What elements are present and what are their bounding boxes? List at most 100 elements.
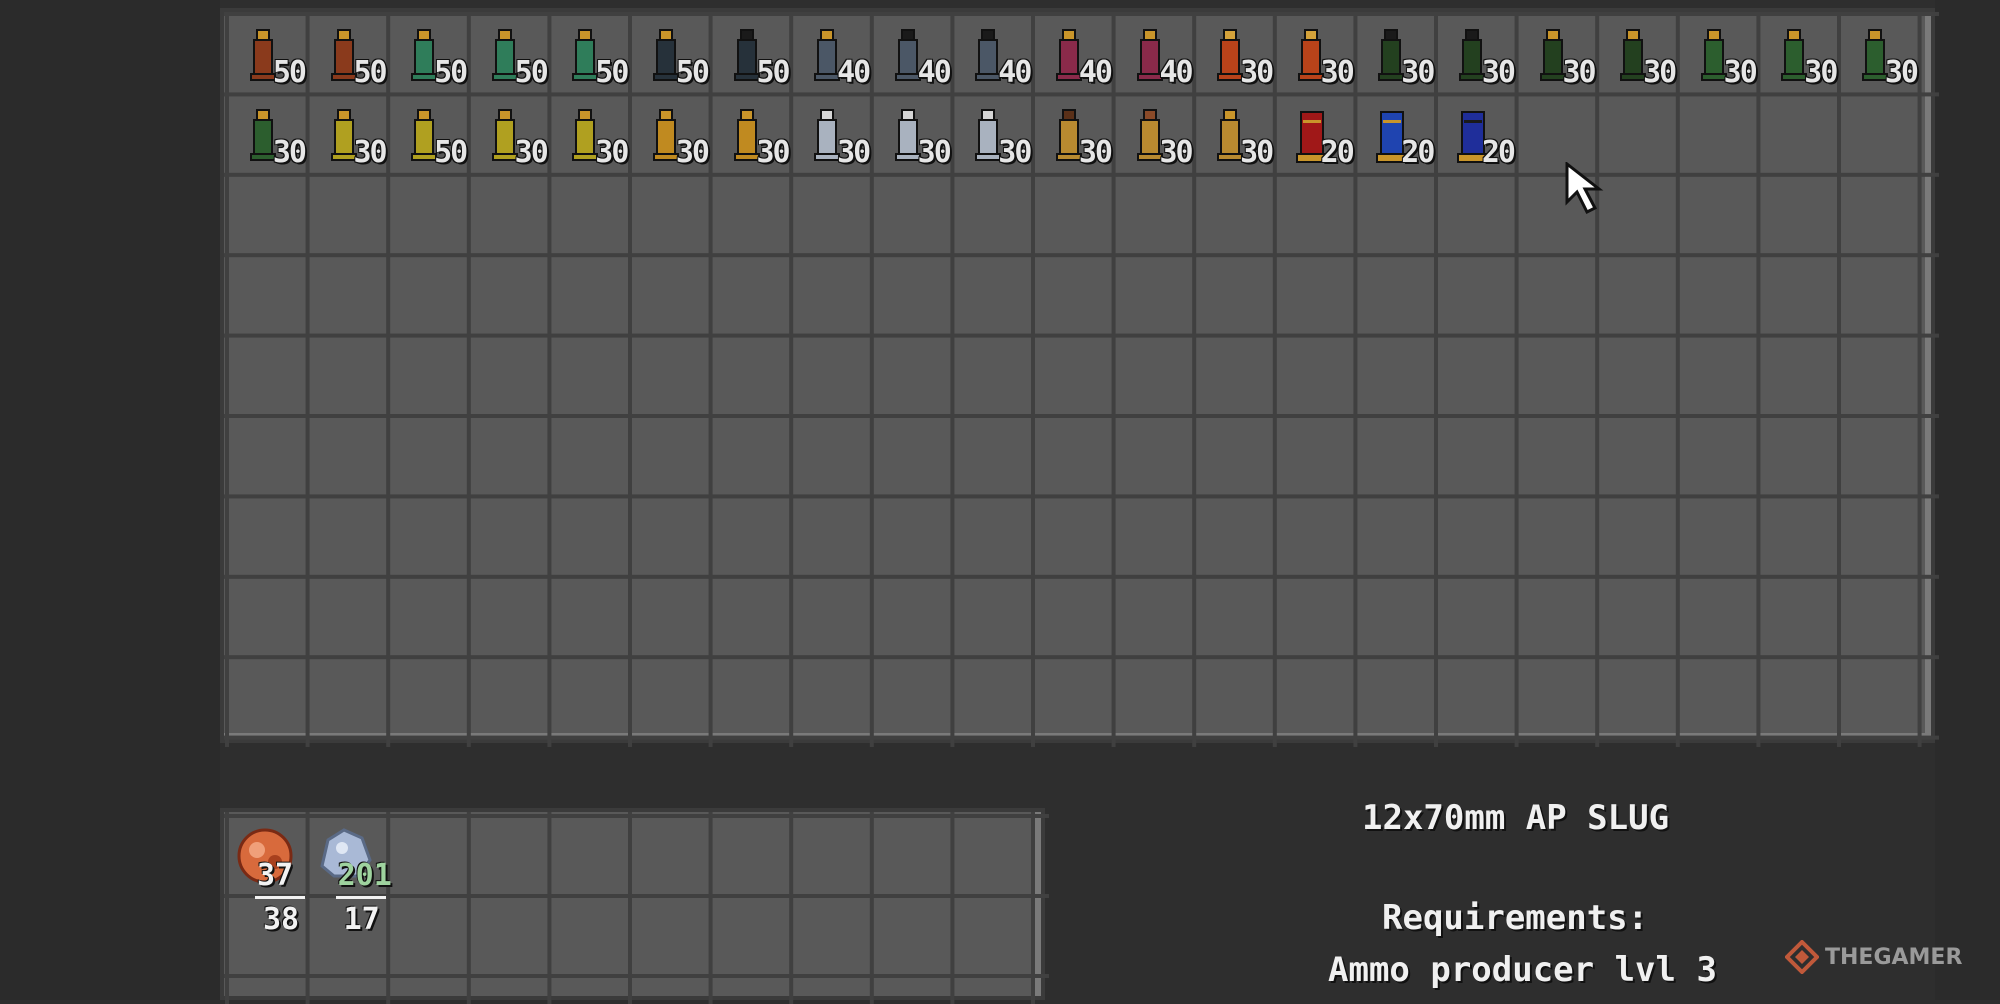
ammo-slot[interactable]: 40 [872, 14, 952, 94]
ammo-slot[interactable]: 50 [549, 14, 629, 94]
item-name: 12x70mm AP SLUG [1362, 798, 1670, 838]
requirements-label: Requirements: [1382, 898, 1649, 938]
ammo-quantity: 30 [595, 135, 629, 171]
ammo-slot[interactable]: 40 [1033, 14, 1113, 94]
ammo-quantity: 30 [1159, 135, 1193, 171]
ammo-quantity: 40 [837, 55, 871, 90]
ammo-slot[interactable]: 50 [630, 14, 710, 94]
ammo-inventory-grid: 50 50 50 50 50 50 50 40 40 40 40 40 30 30 30 30 30 30 30 30… [220, 8, 1939, 747]
ammo-slot[interactable]: 30 [308, 94, 388, 174]
ammo-slot[interactable]: 50 [711, 14, 791, 94]
ammo-slot[interactable]: 30 [549, 94, 629, 174]
resource-owned-count: 201 [337, 858, 392, 893]
ammo-quantity: 20 [1401, 135, 1435, 171]
ammo-slot[interactable]: 20 [1275, 94, 1355, 174]
ammo-quantity: 30 [1240, 135, 1274, 171]
grid-row-line [224, 655, 1939, 660]
ammo-slot[interactable]: 50 [469, 14, 549, 94]
ammo-quantity: 20 [1481, 135, 1516, 171]
ammo-slot[interactable]: 30 [1033, 94, 1113, 174]
ammo-slot[interactable]: 20 [1436, 94, 1516, 174]
ammo-quantity: 30 [1401, 55, 1435, 90]
ammo-slot[interactable]: 30 [952, 94, 1032, 174]
resource-owned-count: 37 [257, 858, 294, 893]
ammo-slot[interactable]: 30 [1355, 14, 1435, 94]
ammo-quantity: 50 [756, 55, 790, 90]
ammo-quantity: 30 [353, 135, 387, 171]
resource-slot[interactable]: 201 17 [308, 816, 392, 937]
ammo-quantity: 30 [1884, 55, 1919, 90]
ammo-slot[interactable]: 30 [1758, 14, 1838, 94]
grid-row-line [224, 574, 1939, 579]
ammo-slot[interactable]: 50 [388, 94, 468, 174]
ammo-slot[interactable]: 40 [791, 14, 871, 94]
ammo-slot[interactable]: 30 [630, 94, 710, 174]
right-margin [1935, 0, 2000, 1000]
grid-column-line [1837, 12, 1841, 747]
ammo-quantity: 50 [434, 135, 468, 171]
fraction-line [255, 896, 305, 899]
ammo-quantity: 50 [595, 55, 629, 90]
grid-row-line [224, 974, 1049, 978]
ammo-quantity: 50 [272, 55, 307, 90]
ammo-quantity: 50 [434, 55, 468, 90]
ammo-slot[interactable]: 30 [1194, 14, 1274, 94]
ammo-slot[interactable]: 50 [227, 14, 307, 94]
grid-column-line [1917, 12, 1922, 747]
ammo-quantity: 40 [1078, 55, 1113, 90]
ammo-quantity: 30 [1320, 55, 1355, 90]
ammo-quantity: 30 [1723, 55, 1758, 90]
watermark-text: THEGAMER [1825, 944, 1963, 970]
ammo-quantity: 30 [1240, 55, 1274, 90]
resource-grid: 37 38 201 17 [220, 808, 1049, 1004]
ammo-slot[interactable]: 30 [469, 94, 549, 174]
ammo-quantity: 30 [1481, 55, 1516, 90]
resource-required-count: 17 [343, 902, 380, 937]
ammo-slot[interactable]: 30 [1114, 94, 1194, 174]
ammo-slot[interactable]: 40 [952, 14, 1032, 94]
ammo-quantity: 30 [917, 135, 952, 171]
ammo-quantity: 40 [917, 55, 952, 90]
ammo-quantity: 30 [1562, 55, 1596, 90]
grid-row-line [224, 735, 1939, 740]
ammo-quantity: 30 [1078, 135, 1113, 171]
ammo-slot[interactable]: 30 [1597, 14, 1677, 94]
ammo-slot[interactable]: 30 [1275, 14, 1355, 94]
grid-column-line [1756, 12, 1761, 747]
ammo-slot[interactable]: 30 [711, 94, 791, 174]
grid-row-line [224, 333, 1939, 338]
resource-slot[interactable]: 37 38 [227, 816, 307, 937]
resource-required-count: 38 [263, 902, 300, 937]
left-margin [0, 0, 220, 1000]
thegamer-logo-icon [1785, 940, 1819, 974]
ammo-slot[interactable]: 50 [308, 14, 388, 94]
grid-row-line [224, 253, 1939, 258]
grid-row-line [224, 414, 1939, 418]
ammo-slot[interactable]: 30 [1517, 14, 1597, 94]
ammo-quantity: 50 [675, 55, 710, 90]
ammo-slot[interactable]: 30 [1436, 14, 1516, 94]
ammo-slot[interactable]: 30 [1678, 14, 1758, 94]
ammo-quantity: 30 [998, 135, 1032, 171]
ammo-slot[interactable]: 40 [1114, 14, 1194, 94]
ammo-quantity: 20 [1320, 135, 1355, 171]
ammo-slot[interactable]: 30 [872, 94, 952, 174]
ammo-quantity: 30 [1804, 55, 1838, 90]
ammo-slot[interactable]: 30 [1839, 14, 1919, 94]
ammo-slot[interactable]: 30 [227, 94, 307, 174]
ammo-slot[interactable]: 30 [791, 94, 871, 174]
ammo-quantity: 30 [272, 135, 307, 171]
ammo-slot[interactable]: 50 [388, 14, 468, 94]
grid-column-line [1595, 12, 1600, 747]
ammo-quantity: 30 [514, 135, 549, 171]
ammo-quantity: 40 [998, 55, 1032, 90]
grid-row-line [224, 494, 1939, 499]
ammo-quantity: 50 [353, 55, 387, 90]
requirement-text: Ammo producer lvl 3 [1328, 950, 1717, 990]
ammo-slot[interactable]: 30 [1194, 94, 1274, 174]
ammo-quantity: 50 [514, 55, 549, 90]
watermark: THEGAMER [1785, 940, 1962, 974]
ammo-slot[interactable]: 20 [1355, 94, 1435, 174]
ammo-quantity: 30 [1643, 55, 1677, 90]
ammo-quantity: 30 [756, 135, 790, 171]
